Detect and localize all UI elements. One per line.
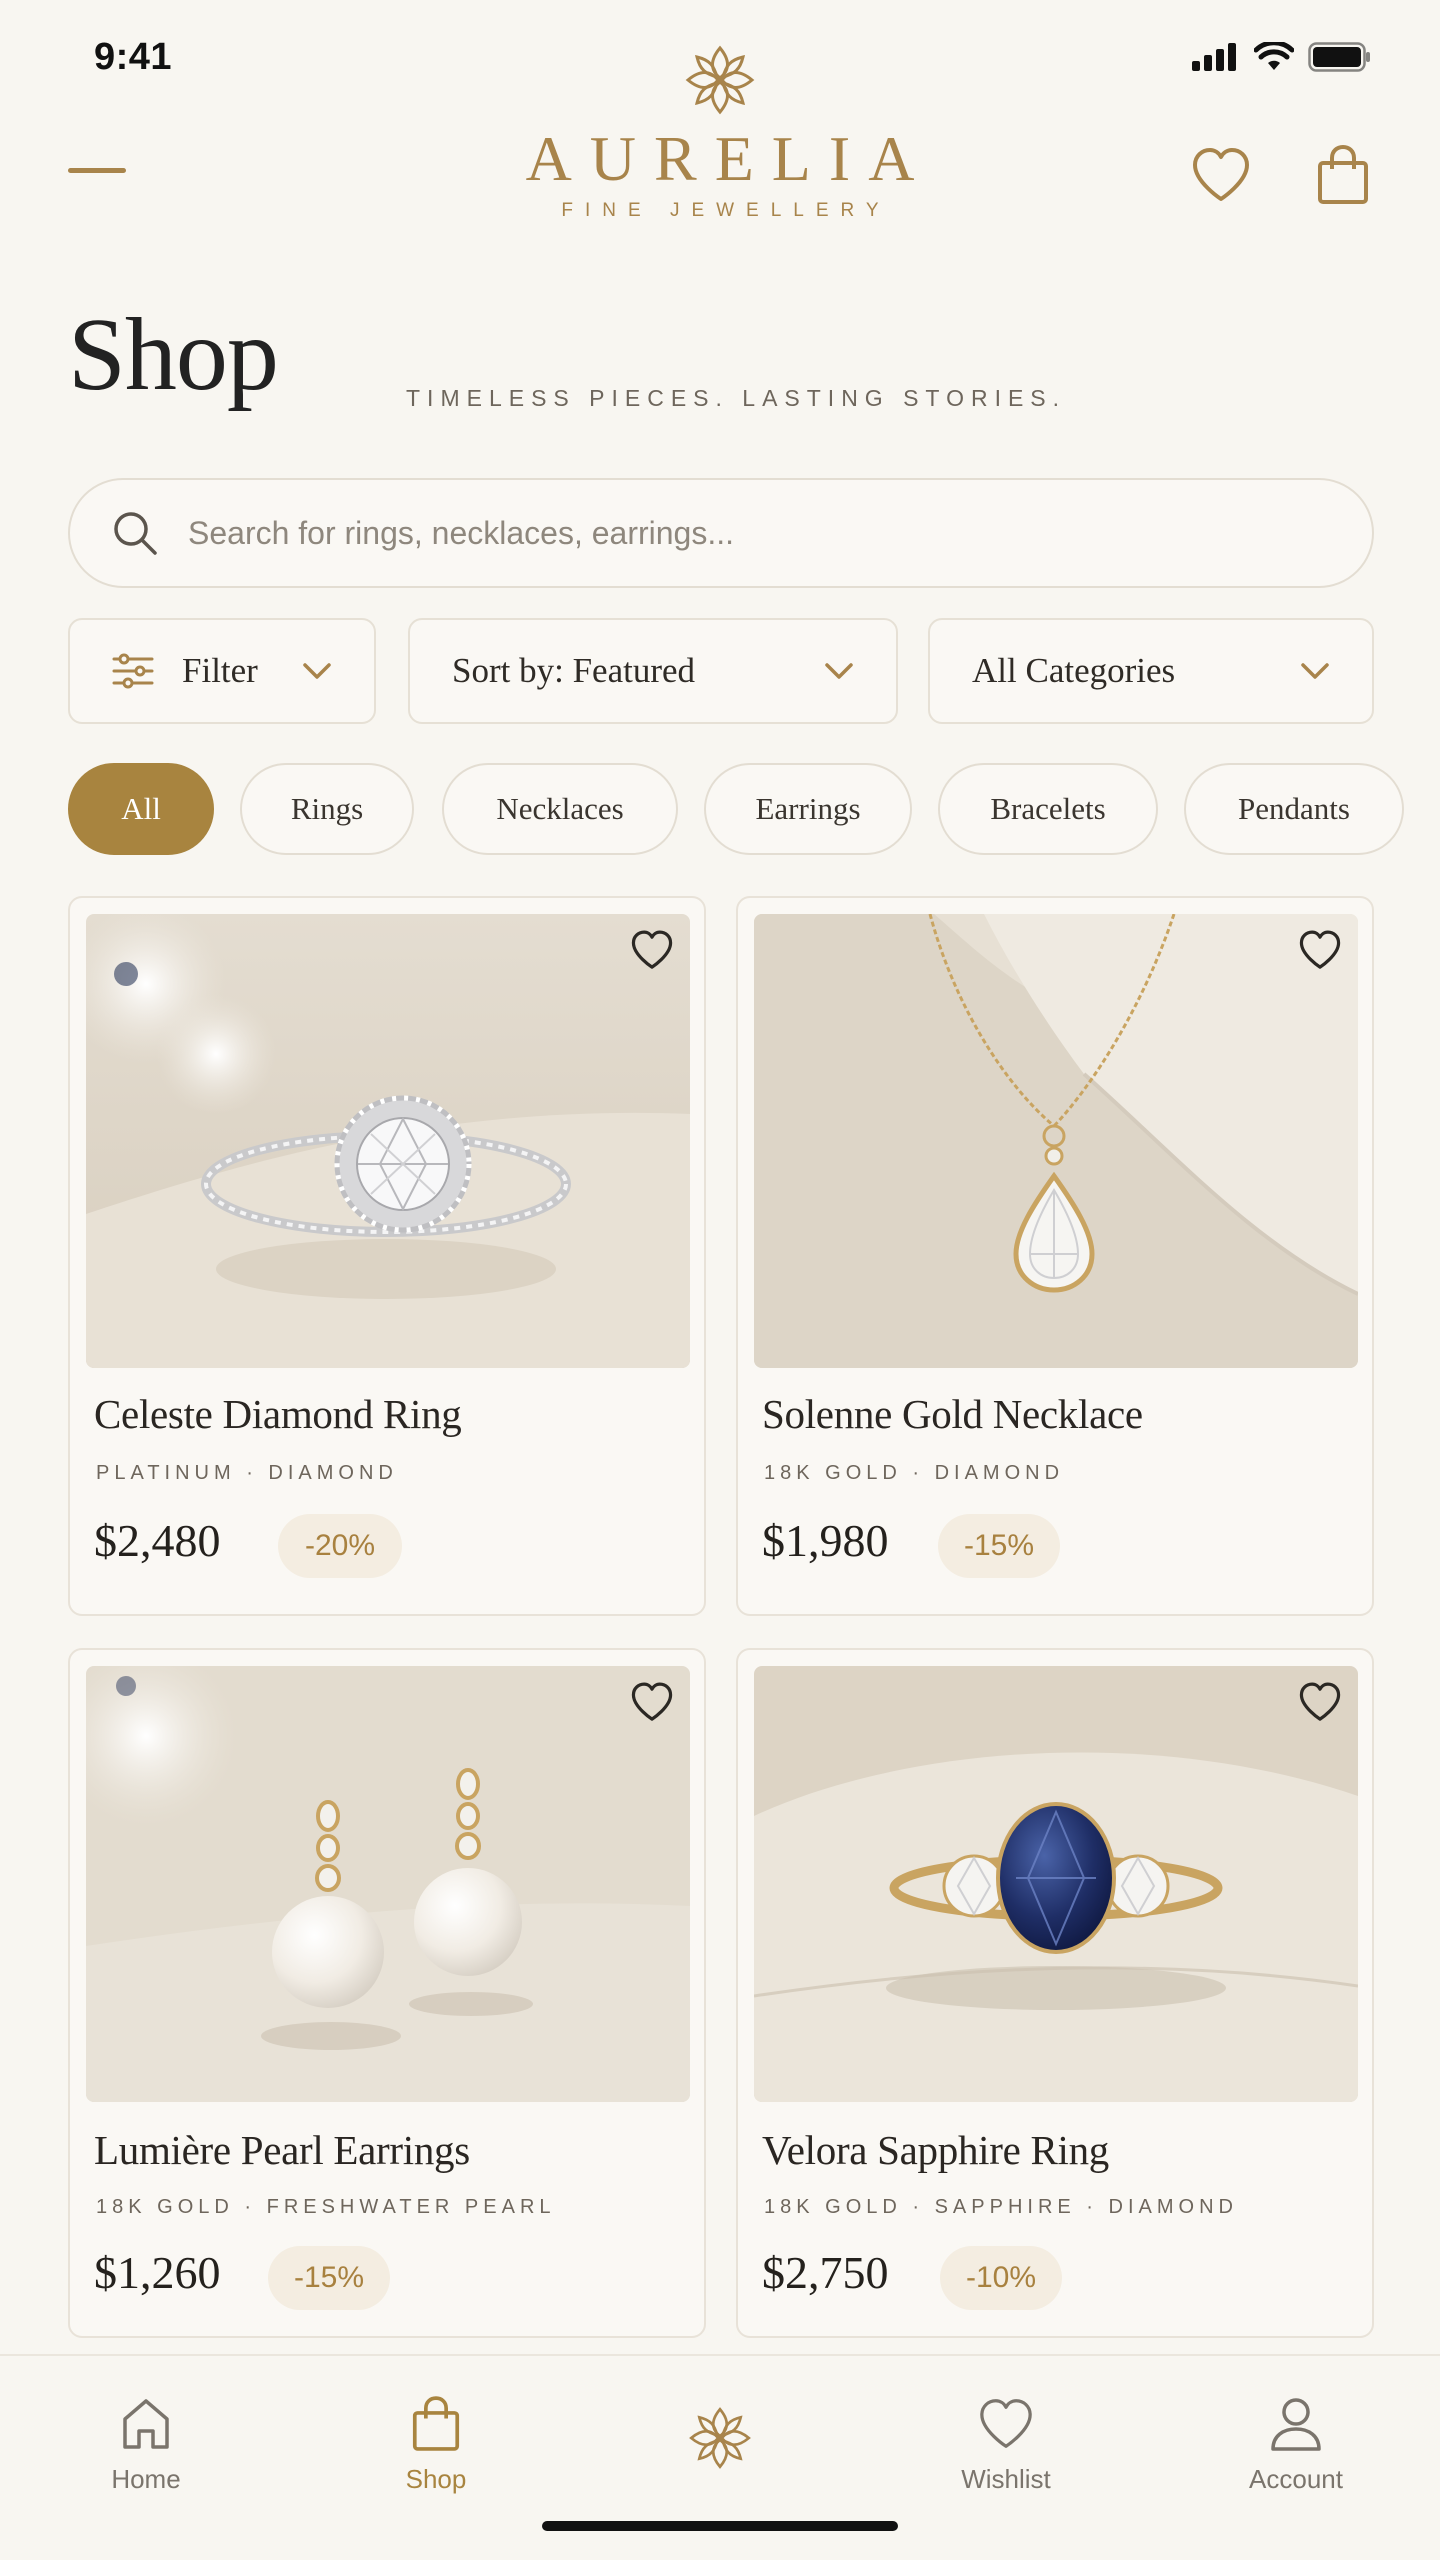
bag-icon <box>1318 145 1368 204</box>
product-price: $1,980 <box>762 1515 889 1566</box>
product-price: $2,480 <box>94 1515 221 1566</box>
chip-earrings[interactable]: Earrings <box>704 763 912 855</box>
filter-label: Filter <box>182 651 258 690</box>
discount-badge: -15% <box>938 1514 1060 1578</box>
favorite-button[interactable] <box>626 924 678 976</box>
product-materials: 18K GOLD · FRESHWATER PEARL <box>96 2196 556 2218</box>
nav-home-label: Home <box>111 2464 181 2494</box>
category-dropdown[interactable]: All Categories <box>928 618 1374 724</box>
chevron-down-icon <box>303 663 331 679</box>
product-name: Lumière Pearl Earrings <box>94 2127 470 2173</box>
chip-pendants[interactable]: Pendants <box>1184 763 1404 855</box>
page-tagline: TIMELESS PIECES. LASTING STORIES. <box>406 385 1067 411</box>
product-materials: 18K GOLD · DIAMOND <box>764 1462 1065 1484</box>
chip-bracelets[interactable]: Bracelets <box>938 763 1158 855</box>
nav-shop[interactable]: Shop <box>346 2392 526 2495</box>
category-label: All Categories <box>972 651 1176 690</box>
favorite-button[interactable] <box>626 1676 678 1728</box>
product-image <box>86 1666 690 2102</box>
product-materials: 18K GOLD · SAPPHIRE · DIAMOND <box>764 2196 1238 2218</box>
page-title: Shop <box>68 297 279 412</box>
product-image <box>754 1666 1358 2102</box>
product-materials: PLATINUM · DIAMOND <box>96 1462 398 1484</box>
chevron-down-icon <box>1301 663 1329 679</box>
chip-necklaces[interactable]: Necklaces <box>442 763 678 855</box>
bag-icon <box>412 2396 460 2451</box>
cart-header-button[interactable] <box>1308 140 1378 210</box>
discount-badge: -20% <box>278 1514 402 1578</box>
product-card[interactable]: Lumière Pearl Earrings 18K GOLD · FRESHW… <box>68 1648 706 2338</box>
favorite-button[interactable] <box>1294 924 1346 976</box>
sort-label: Sort by: Featured <box>452 651 696 690</box>
nav-home[interactable]: Home <box>56 2392 236 2495</box>
search-input[interactable] <box>188 514 1288 552</box>
nav-wishlist-label: Wishlist <box>961 2464 1051 2494</box>
product-price: $1,260 <box>94 2247 221 2298</box>
product-price: $2,750 <box>762 2247 889 2298</box>
chip-rings[interactable]: Rings <box>240 763 414 855</box>
product-image <box>754 914 1358 1368</box>
user-icon <box>1271 2398 1321 2451</box>
product-name: Celeste Diamond Ring <box>94 1391 462 1437</box>
nav-shop-label: Shop <box>405 2464 467 2494</box>
nav-account-label: Account <box>1249 2464 1343 2494</box>
favorite-button[interactable] <box>1294 1676 1346 1728</box>
discount-badge: -10% <box>940 2246 1062 2310</box>
flower-logo-icon <box>689 2407 751 2469</box>
sort-dropdown[interactable]: Sort by: Featured <box>408 618 898 724</box>
heart-icon <box>1193 148 1249 201</box>
flower-logo-icon <box>685 45 755 115</box>
heart-icon <box>1299 930 1341 969</box>
product-card[interactable]: Solenne Gold Necklace 18K GOLD · DIAMOND… <box>736 896 1374 1616</box>
heart-icon <box>980 2399 1032 2448</box>
product-image <box>86 914 690 1368</box>
search-icon <box>114 512 157 555</box>
heart-icon <box>631 930 673 969</box>
discount-badge: -15% <box>268 2246 390 2310</box>
nav-brand-home[interactable] <box>630 2406 810 2470</box>
product-card[interactable]: Velora Sapphire Ring 18K GOLD · SAPPHIRE… <box>736 1648 1374 2338</box>
search-bar[interactable] <box>68 478 1374 588</box>
chevron-down-icon <box>825 663 853 679</box>
nav-account[interactable]: Account <box>1206 2392 1386 2495</box>
filter-dropdown[interactable]: Filter <box>68 618 376 724</box>
sliders-icon <box>112 653 154 689</box>
nav-wishlist[interactable]: Wishlist <box>916 2392 1096 2495</box>
wishlist-header-button[interactable] <box>1186 140 1256 210</box>
home-indicator[interactable] <box>542 2521 898 2531</box>
product-name: Velora Sapphire Ring <box>762 2127 1109 2173</box>
product-name: Solenne Gold Necklace <box>762 1391 1143 1437</box>
heart-icon <box>631 1682 673 1721</box>
home-icon <box>123 2399 169 2449</box>
chip-all[interactable]: All <box>68 763 214 855</box>
product-card[interactable]: Celeste Diamond Ring PLATINUM · DIAMOND … <box>68 896 706 1616</box>
heart-icon <box>1299 1682 1341 1721</box>
